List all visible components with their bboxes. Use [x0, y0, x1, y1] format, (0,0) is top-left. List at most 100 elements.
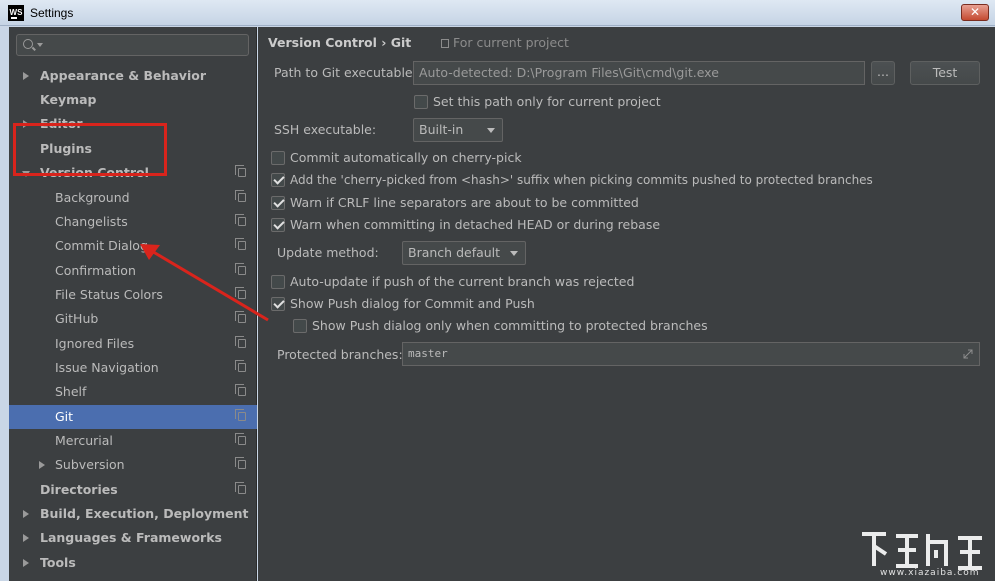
- checkbox-label: Warn if CRLF line separators are about t…: [290, 195, 639, 210]
- expand-arrow-icon[interactable]: [23, 120, 29, 128]
- sidebar-item-label: Build, Execution, Deployment: [40, 506, 249, 521]
- project-scope-icon: [235, 287, 246, 299]
- checkbox-label: Auto-update if push of the current branc…: [290, 274, 635, 289]
- select-value: Branch default: [408, 245, 501, 260]
- expand-arrow-icon[interactable]: [23, 534, 29, 542]
- sidebar-item-editor[interactable]: Editor: [9, 112, 257, 136]
- git-path-field[interactable]: Auto-detected: D:\Program Files\Git\cmd\…: [413, 61, 865, 85]
- project-scope-icon: [235, 311, 246, 323]
- project-scope-icon: [235, 263, 246, 275]
- chevron-down-icon: [487, 128, 495, 133]
- sidebar-item-plugins[interactable]: Plugins: [9, 137, 257, 161]
- collapse-arrow-icon[interactable]: [22, 171, 30, 177]
- sidebar-item-file-status-colors[interactable]: File Status Colors: [9, 283, 257, 307]
- sidebar-item-tools[interactable]: Tools: [9, 551, 257, 575]
- title-bar: WS Settings ✕: [0, 0, 995, 26]
- close-button[interactable]: ✕: [961, 4, 989, 21]
- sidebar-item-confirmation[interactable]: Confirmation: [9, 259, 257, 283]
- project-scope-icon: [235, 433, 246, 445]
- checkbox[interactable]: [293, 319, 307, 333]
- protected-branches-value: master: [408, 347, 448, 360]
- sidebar-item-keymap[interactable]: Keymap: [9, 88, 257, 112]
- project-scope-icon: [235, 238, 246, 250]
- checkbox[interactable]: [271, 151, 285, 165]
- ssh-executable-label: SSH executable:: [274, 122, 377, 137]
- project-scope-icon: [235, 165, 246, 177]
- expand-arrow-icon[interactable]: [23, 72, 29, 80]
- sidebar-item-background[interactable]: Background: [9, 186, 257, 210]
- ssh-executable-select[interactable]: Built-in: [413, 118, 503, 142]
- sidebar-item-label: Issue Navigation: [55, 360, 159, 375]
- protected-branches-label: Protected branches:: [277, 347, 403, 362]
- git-path-label: Path to Git executable:: [274, 65, 417, 80]
- test-button[interactable]: Test: [910, 61, 980, 85]
- sidebar-item-commit-dialog[interactable]: Commit Dialog: [9, 234, 257, 258]
- checkbox-label: Set this path only for current project: [433, 94, 661, 109]
- project-scope-icon: [235, 190, 246, 202]
- expand-arrow-icon[interactable]: [39, 461, 45, 469]
- checkbox[interactable]: [271, 218, 285, 232]
- sidebar-item-label: Appearance & Behavior: [40, 68, 206, 83]
- sidebar-item-label: Shelf: [55, 384, 87, 399]
- app-icon-text: WS: [9, 8, 23, 17]
- checkbox[interactable]: [414, 95, 428, 109]
- search-icon: [23, 39, 33, 49]
- update-method-select[interactable]: Branch default: [402, 241, 526, 265]
- checkbox[interactable]: [271, 275, 285, 289]
- sidebar-item-version-control[interactable]: Version Control: [9, 161, 257, 185]
- sidebar-item-label: Languages & Frameworks: [40, 530, 222, 545]
- project-scope-icon: [235, 409, 246, 421]
- checkbox[interactable]: [271, 196, 285, 210]
- warn-crlf-checkbox[interactable]: Warn if CRLF line separators are about t…: [271, 194, 971, 212]
- sidebar-item-ignored-files[interactable]: Ignored Files: [9, 332, 257, 356]
- checkbox-label: Warn when committing in detached HEAD or…: [290, 217, 661, 232]
- sidebar-item-build-execution-deployment[interactable]: Build, Execution, Deployment: [9, 502, 257, 526]
- project-scope-icon: [235, 336, 246, 348]
- expand-arrow-icon[interactable]: [23, 559, 29, 567]
- checkbox[interactable]: [271, 173, 285, 187]
- sidebar-item-languages-frameworks[interactable]: Languages & Frameworks: [9, 526, 257, 550]
- sidebar-item-label: File Status Colors: [55, 287, 163, 302]
- auto-update-push-rejected-checkbox[interactable]: Auto-update if push of the current branc…: [271, 273, 971, 291]
- expand-arrow-icon[interactable]: [23, 510, 29, 518]
- sidebar-item-changelists[interactable]: Changelists: [9, 210, 257, 234]
- project-scope-icon: [235, 214, 246, 226]
- project-scope-icon: [235, 482, 246, 494]
- expand-field-icon[interactable]: [963, 349, 973, 359]
- cherry-picked-suffix-checkbox[interactable]: Add the 'cherry-picked from <hash>' suff…: [271, 171, 986, 189]
- warn-detached-head-checkbox[interactable]: Warn when committing in detached HEAD or…: [271, 216, 971, 234]
- sidebar-item-mercurial[interactable]: Mercurial: [9, 429, 257, 453]
- current-project-path-checkbox[interactable]: Set this path only for current project: [414, 93, 974, 111]
- project-scope-icon: [235, 384, 246, 396]
- sidebar-item-shelf[interactable]: Shelf: [9, 380, 257, 404]
- settings-search-input[interactable]: [16, 34, 249, 56]
- sidebar-item-label: Plugins: [40, 141, 92, 156]
- project-scope-icon: [235, 360, 246, 372]
- sidebar-item-label: Subversion: [55, 457, 125, 472]
- sidebar-item-appearance-behavior[interactable]: Appearance & Behavior: [9, 64, 257, 88]
- sidebar-item-directories[interactable]: Directories: [9, 478, 257, 502]
- sidebar-item-github[interactable]: GitHub: [9, 307, 257, 331]
- sidebar-item-label: Directories: [40, 482, 118, 497]
- project-scope-hint-text: For current project: [453, 35, 569, 50]
- push-dialog-protected-only-checkbox[interactable]: Show Push dialog only when committing to…: [293, 317, 973, 335]
- sidebar-item-label: Tools: [40, 555, 76, 570]
- search-history-caret-icon[interactable]: [37, 43, 43, 47]
- commit-on-cherry-pick-checkbox[interactable]: Commit automatically on cherry-pick: [271, 149, 971, 167]
- protected-branches-field[interactable]: master: [402, 342, 980, 366]
- project-scope-hint: For current project: [441, 35, 569, 50]
- sidebar-item-label: Ignored Files: [55, 336, 135, 351]
- browse-button[interactable]: ...: [871, 61, 895, 85]
- checkbox-label: Add the 'cherry-picked from <hash>' suff…: [290, 173, 873, 187]
- update-method-label: Update method:: [277, 245, 379, 260]
- sidebar-item-issue-navigation[interactable]: Issue Navigation: [9, 356, 257, 380]
- settings-sidebar: Appearance & Behavior Keymap Editor Plug…: [9, 27, 257, 581]
- sidebar-item-label: Editor: [40, 116, 83, 131]
- sidebar-item-git[interactable]: Git: [9, 405, 257, 429]
- watermark-url: www.xiazaiba.com: [880, 568, 980, 578]
- sidebar-item-label: Changelists: [55, 214, 128, 229]
- show-push-dialog-checkbox[interactable]: Show Push dialog for Commit and Push: [271, 295, 971, 313]
- checkbox[interactable]: [271, 297, 285, 311]
- sidebar-item-subversion[interactable]: Subversion: [9, 453, 257, 477]
- sidebar-item-label: Git: [55, 409, 74, 424]
